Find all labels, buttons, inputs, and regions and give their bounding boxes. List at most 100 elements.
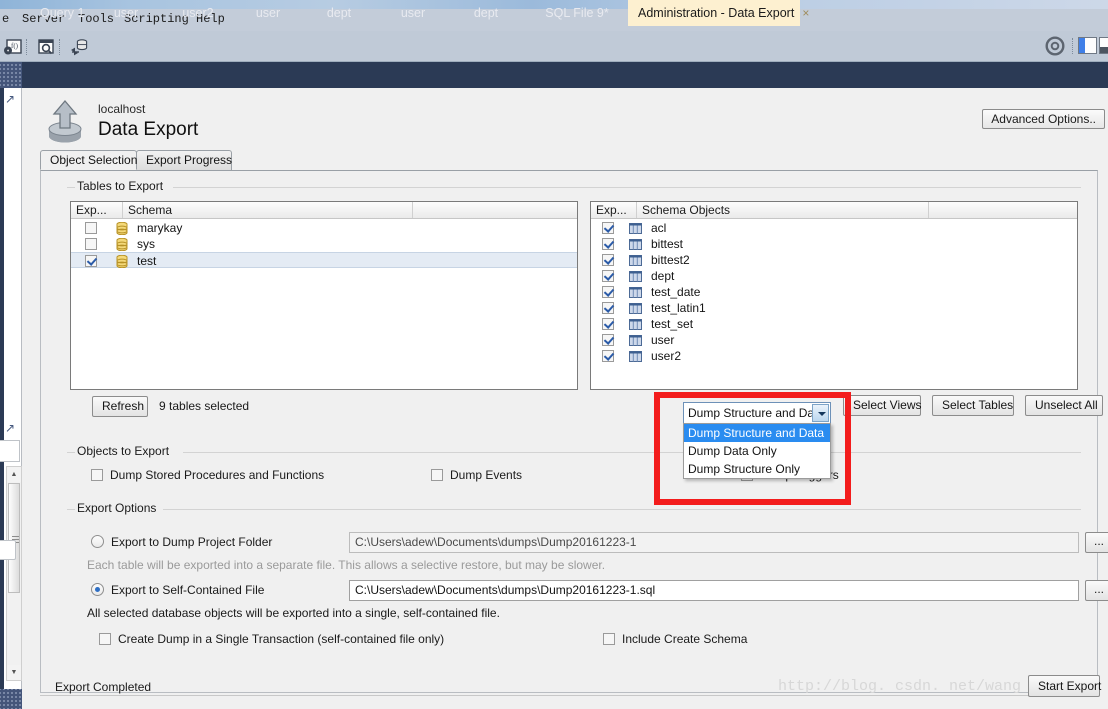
list-item[interactable]: dept: [591, 268, 1077, 284]
start-export-button[interactable]: Start Export: [1028, 675, 1101, 697]
tab-sql-file-9[interactable]: SQL File 9*: [534, 0, 620, 26]
scroll-up-icon[interactable]: ▲: [7, 467, 21, 482]
editor-tab-bar: [0, 62, 1108, 88]
menu-item-file[interactable]: e: [2, 12, 9, 26]
sidebar-mini-field[interactable]: [0, 440, 20, 462]
browse-self-contained-button[interactable]: ...: [1085, 580, 1108, 601]
tab-export-progress[interactable]: Export Progress: [136, 150, 232, 170]
browse-project-folder-button[interactable]: ...: [1085, 532, 1108, 553]
close-icon[interactable]: ×: [802, 0, 809, 26]
object-export-checkbox[interactable]: [602, 350, 614, 362]
inspect-search-icon[interactable]: [36, 37, 56, 57]
object-export-checkbox[interactable]: [602, 334, 614, 346]
object-export-checkbox[interactable]: [602, 238, 614, 250]
table-icon: [629, 319, 642, 330]
single-transaction-checkbox[interactable]: [99, 633, 111, 645]
tab-query-1[interactable]: Query 1: [30, 0, 94, 26]
schema-objects-list[interactable]: Exp... Schema Objects acl bittest bittes…: [590, 201, 1078, 390]
object-export-checkbox[interactable]: [602, 254, 614, 266]
objects-list-header-blank[interactable]: [929, 202, 1079, 218]
schema-list-header-blank[interactable]: [413, 202, 579, 218]
dump-events-label: Dump Events: [450, 468, 523, 482]
export-status-label: Export Completed: [55, 680, 152, 694]
list-item[interactable]: test_set: [591, 316, 1077, 332]
select-views-button[interactable]: Select Views: [843, 395, 921, 416]
dump-events-checkbox[interactable]: [431, 469, 443, 481]
scroll-thumb[interactable]: [8, 483, 20, 593]
tab-user-3[interactable]: user: [385, 0, 441, 26]
object-name-label: user: [651, 333, 675, 347]
sync-database-icon[interactable]: [69, 37, 89, 57]
dump-stored-procedures-checkbox[interactable]: [91, 469, 103, 481]
schema-list[interactable]: Exp... Schema marykay sys test: [70, 201, 578, 390]
list-item[interactable]: user2: [591, 348, 1077, 364]
table-icon: [629, 335, 642, 346]
object-export-checkbox[interactable]: [602, 270, 614, 282]
page-title: Data Export: [98, 119, 199, 140]
list-item[interactable]: user: [591, 332, 1077, 348]
schema-export-checkbox[interactable]: [85, 222, 97, 234]
sidebar-toggle-icon[interactable]: [1078, 37, 1097, 57]
refresh-button[interactable]: Refresh: [92, 396, 148, 417]
object-export-checkbox[interactable]: [602, 302, 614, 314]
tab-administration-data-export[interactable]: Administration - Data Export ×: [628, 0, 809, 26]
schema-export-checkbox[interactable]: [85, 238, 97, 250]
schema-name-label: test: [137, 254, 157, 268]
object-name-label: test_latin1: [651, 301, 706, 315]
list-item[interactable]: acl: [591, 220, 1077, 236]
object-export-checkbox[interactable]: [602, 318, 614, 330]
self-contained-path-field[interactable]: C:\Users\adew\Documents\dumps\Dump201612…: [349, 580, 1079, 601]
database-icon: [116, 221, 128, 236]
object-name-label: acl: [651, 221, 667, 235]
tab-user2[interactable]: user2: [170, 0, 226, 26]
table-row[interactable]: test: [71, 252, 577, 269]
objects-list-header-objects[interactable]: Schema Objects: [637, 202, 929, 218]
schema-name-label: marykay: [137, 221, 183, 235]
schema-list-header-schema[interactable]: Schema: [123, 202, 413, 218]
table-icon: [629, 271, 642, 282]
output-panel-toggle-icon[interactable]: [1099, 37, 1108, 57]
unselect-all-button[interactable]: Unselect All: [1025, 395, 1103, 416]
select-tables-button[interactable]: Select Tables: [932, 395, 1014, 416]
help-circle-icon[interactable]: [1044, 35, 1066, 60]
self-contained-hint: All selected database objects will be ex…: [87, 606, 500, 620]
sidebar-scrollbar[interactable]: ▲ ▼: [6, 466, 22, 681]
objects-to-export-label: Objects to Export: [73, 444, 174, 458]
list-item[interactable]: test_date: [591, 284, 1077, 300]
tab-dept-2[interactable]: dept: [458, 0, 514, 26]
expand-sidebar-top-icon[interactable]: ↗: [5, 93, 18, 106]
table-row[interactable]: marykay: [71, 220, 577, 236]
sidebar-mini-button[interactable]: [0, 540, 16, 560]
tab-object-selection[interactable]: Object Selection: [40, 150, 137, 170]
main-toolbar: f(): [0, 31, 1108, 62]
tab-bar-grip: [0, 62, 22, 88]
tab-user-1[interactable]: user: [98, 0, 154, 26]
schema-list-header-export[interactable]: Exp...: [71, 202, 123, 218]
object-export-checkbox[interactable]: [602, 286, 614, 298]
database-icon: [116, 254, 128, 269]
schema-name-label: sys: [137, 237, 155, 251]
expand-sidebar-mid-icon[interactable]: ↗: [5, 422, 18, 435]
schema-export-checkbox[interactable]: [85, 255, 97, 267]
include-create-schema-checkbox[interactable]: [603, 633, 615, 645]
object-name-label: bittest: [651, 237, 684, 251]
scroll-down-icon[interactable]: ▼: [7, 665, 21, 680]
export-self-contained-radio[interactable]: [91, 583, 104, 596]
project-folder-path-field[interactable]: C:\Users\adew\Documents\dumps\Dump201612…: [349, 532, 1079, 553]
table-row[interactable]: sys: [71, 236, 577, 252]
data-export-page: localhost Data Export Advanced Options..…: [22, 88, 1108, 709]
object-export-checkbox[interactable]: [602, 222, 614, 234]
list-item[interactable]: test_latin1: [591, 300, 1077, 316]
advanced-options-button[interactable]: Advanced Options..: [982, 109, 1105, 129]
schema-list-header: Exp... Schema: [71, 202, 577, 219]
new-function-icon[interactable]: f(): [3, 37, 23, 57]
tab-user-2[interactable]: user: [240, 0, 296, 26]
object-name-label: user2: [651, 349, 682, 363]
toolbar-separator-1: [26, 39, 27, 55]
tab-dept-1[interactable]: dept: [311, 0, 367, 26]
objects-list-header-export[interactable]: Exp...: [591, 202, 637, 218]
list-item[interactable]: bittest2: [591, 252, 1077, 268]
table-icon: [629, 239, 642, 250]
list-item[interactable]: bittest: [591, 236, 1077, 252]
export-project-folder-radio[interactable]: [91, 535, 104, 548]
